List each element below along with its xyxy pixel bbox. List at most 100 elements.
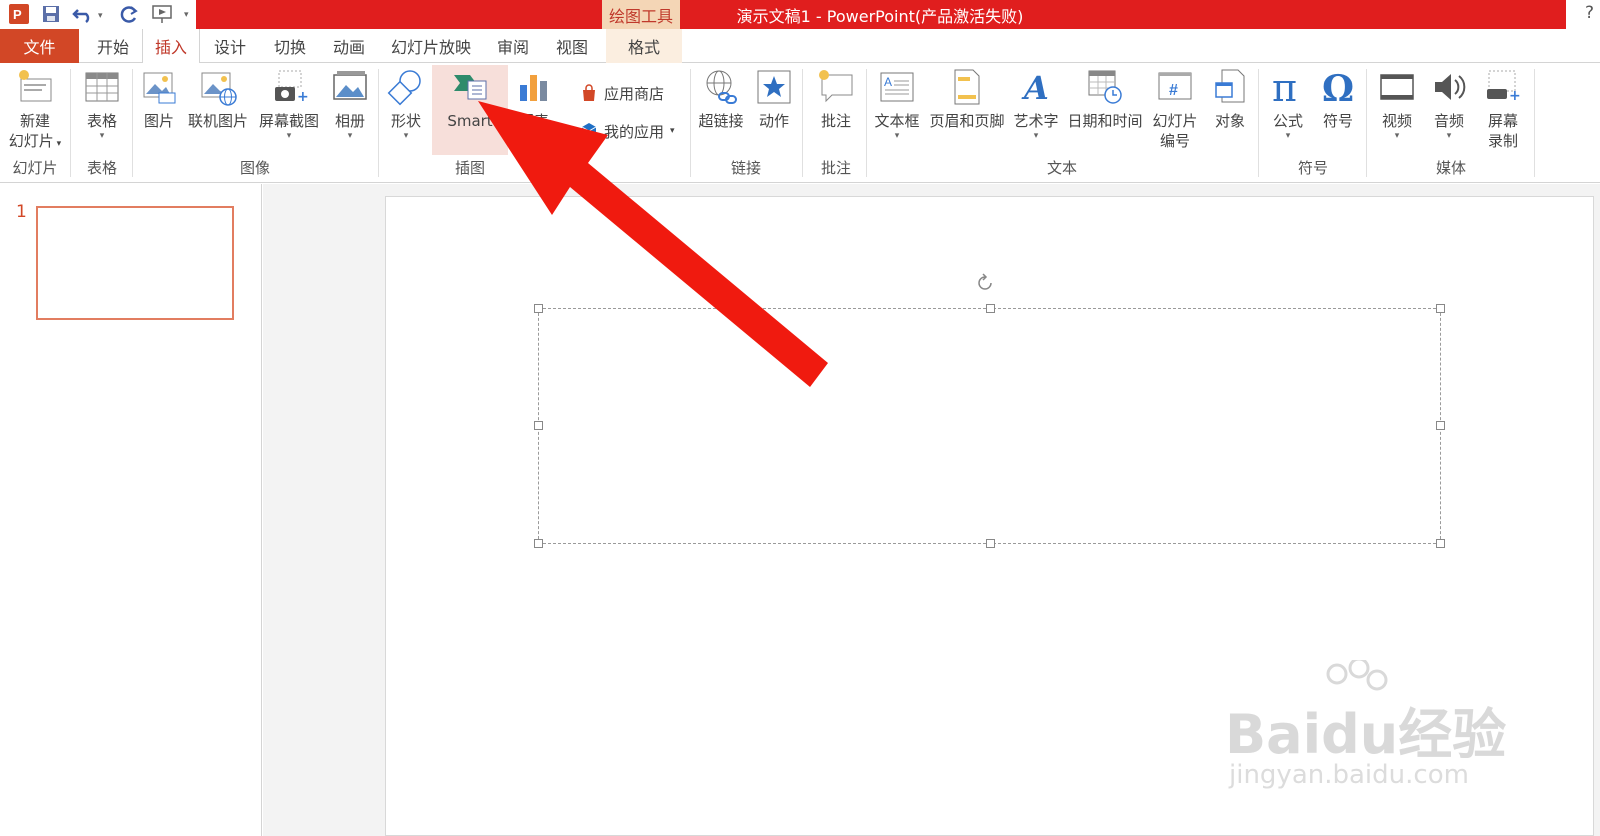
group-separator xyxy=(70,69,71,177)
group-separator xyxy=(378,69,379,177)
video-label: 视频 xyxy=(1381,112,1412,130)
symbol-button[interactable]: Ω 符号 xyxy=(1314,65,1362,131)
shapes-label: 形状 xyxy=(390,112,421,130)
object-icon xyxy=(1215,69,1245,103)
title-bar: P ▾ ▾ 绘图工具 演示文稿1 - PowerPoint(产品激活失败) ? xyxy=(0,0,1600,29)
svg-text:▾: ▾ xyxy=(184,10,189,20)
photo-album-icon xyxy=(333,71,367,100)
textbox-button[interactable]: A 文本框 ▾ xyxy=(870,65,924,141)
undo-icon[interactable]: ▾ xyxy=(70,2,110,26)
picture-button[interactable]: 图片 xyxy=(136,65,182,131)
svg-text:▾: ▾ xyxy=(98,11,103,21)
svg-text:Ω: Ω xyxy=(1322,68,1354,107)
tab-slideshow[interactable]: 幻灯片放映 xyxy=(378,29,484,63)
tab-design[interactable]: 设计 xyxy=(200,29,260,63)
header-footer-label: 页眉和页脚 xyxy=(929,112,1005,130)
tab-review[interactable]: 审阅 xyxy=(484,29,542,63)
watermark-brand: Baidu经验 xyxy=(1225,703,1507,766)
tab-transitions[interactable]: 切换 xyxy=(260,29,320,63)
new-slide-label-1: 新建 xyxy=(19,112,50,130)
slide-thumbnail[interactable] xyxy=(36,206,234,320)
picture-icon xyxy=(143,72,176,104)
date-time-label: 日期和时间 xyxy=(1067,112,1143,130)
header-footer-button[interactable]: 页眉和页脚 xyxy=(926,65,1008,131)
resize-handle[interactable] xyxy=(986,539,995,548)
calendar-clock-icon xyxy=(1088,70,1122,104)
slide-thumbnail-number: 1 xyxy=(16,202,27,222)
new-slide-button[interactable]: 新建 幻灯片 ▾ xyxy=(4,65,66,154)
svg-text:+: + xyxy=(1509,88,1521,104)
svg-text:#: # xyxy=(1169,82,1178,99)
resize-handle[interactable] xyxy=(986,304,995,313)
tab-file[interactable]: 文件 xyxy=(0,29,79,63)
baidu-watermark: Baidu经验 jingyan.baidu.com xyxy=(1225,660,1515,800)
group-separator xyxy=(1366,69,1367,177)
present-from-start-icon[interactable]: ▾ xyxy=(148,2,196,26)
date-time-button[interactable]: 日期和时间 xyxy=(1064,65,1146,131)
group-label-media: 媒体 xyxy=(1435,159,1466,177)
new-slide-label-2: 幻灯片 xyxy=(8,132,54,150)
tab-format[interactable]: 格式 xyxy=(606,29,682,63)
photo-album-label: 相册 xyxy=(334,112,365,130)
resize-handle[interactable] xyxy=(1436,539,1445,548)
new-slide-icon xyxy=(19,70,52,102)
speaker-icon xyxy=(1435,74,1466,100)
svg-text:A: A xyxy=(884,75,892,89)
textbox-icon: A xyxy=(880,72,914,102)
online-picture-label: 联机图片 xyxy=(187,112,248,130)
group-separator xyxy=(1258,69,1259,177)
symbol-label: 符号 xyxy=(1322,112,1353,130)
wordart-label: 艺术字 xyxy=(1013,112,1059,130)
wordart-icon: A xyxy=(1021,69,1049,107)
slide-number-button[interactable]: # 幻灯片 编号 xyxy=(1148,65,1202,151)
video-button[interactable]: 视频 ▾ xyxy=(1372,65,1422,141)
svg-text:P: P xyxy=(13,7,22,22)
screen-recording-icon: + xyxy=(1487,70,1521,104)
powerpoint-logo-icon: P xyxy=(6,2,32,26)
group-label-images: 图像 xyxy=(239,159,270,177)
shapes-button[interactable]: 形状 ▾ xyxy=(382,65,430,141)
screen-recording-label-2: 录制 xyxy=(1487,132,1518,150)
resize-handle[interactable] xyxy=(1436,304,1445,313)
audio-label: 音频 xyxy=(1433,112,1464,130)
redo-icon[interactable] xyxy=(116,2,142,26)
screen-recording-label-1: 屏幕 xyxy=(1487,112,1518,130)
tab-home[interactable]: 开始 xyxy=(84,29,142,63)
object-button[interactable]: 对象 xyxy=(1206,65,1254,131)
header-footer-icon xyxy=(954,69,980,105)
group-label-symbols: 符号 xyxy=(1297,159,1328,177)
tab-view[interactable]: 视图 xyxy=(542,29,602,63)
resize-handle[interactable] xyxy=(1436,421,1445,430)
omega-icon: Ω xyxy=(1322,68,1354,107)
table-button[interactable]: 表格 ▾ xyxy=(74,65,130,141)
equation-label: 公式 xyxy=(1272,112,1303,130)
tab-animations[interactable]: 动画 xyxy=(320,29,378,63)
online-picture-button[interactable]: 联机图片 xyxy=(186,65,250,131)
picture-label: 图片 xyxy=(143,112,174,130)
audio-button[interactable]: 音频 ▾ xyxy=(1424,65,1474,141)
save-icon[interactable] xyxy=(38,2,64,26)
red-arrow-annotation-icon xyxy=(478,101,828,387)
watermark-url: jingyan.baidu.com xyxy=(1229,760,1469,790)
svg-text:π: π xyxy=(1272,67,1297,107)
window-title: 演示文稿1 - PowerPoint(产品激活失败) xyxy=(736,6,1024,26)
screenshot-button[interactable]: + 屏幕截图 ▾ xyxy=(254,65,324,141)
group-separator xyxy=(132,69,133,177)
slide-number-label-2: 编号 xyxy=(1159,132,1190,150)
film-strip-icon xyxy=(1380,74,1414,100)
help-button[interactable]: ? xyxy=(1585,3,1594,23)
table-icon xyxy=(85,72,119,102)
drawing-tools-context-label: 绘图工具 xyxy=(602,0,680,29)
rotate-handle-icon[interactable] xyxy=(974,272,996,294)
photo-album-button[interactable]: 相册 ▾ xyxy=(326,65,374,141)
group-separator xyxy=(1534,69,1535,177)
wordart-button[interactable]: A 艺术字 ▾ xyxy=(1010,65,1062,141)
resize-handle[interactable] xyxy=(534,421,543,430)
shapes-icon xyxy=(387,70,421,106)
equation-button[interactable]: π 公式 ▾ xyxy=(1264,65,1312,141)
screenshot-label: 屏幕截图 xyxy=(258,112,319,130)
tab-insert[interactable]: 插入 xyxy=(142,29,200,64)
ribbon-tabs: 文件 开始 插入 设计 切换 动画 幻灯片放映 审阅 视图 格式 xyxy=(0,29,1600,64)
resize-handle[interactable] xyxy=(534,539,543,548)
screen-recording-button[interactable]: + 屏幕 录制 xyxy=(1476,65,1530,151)
